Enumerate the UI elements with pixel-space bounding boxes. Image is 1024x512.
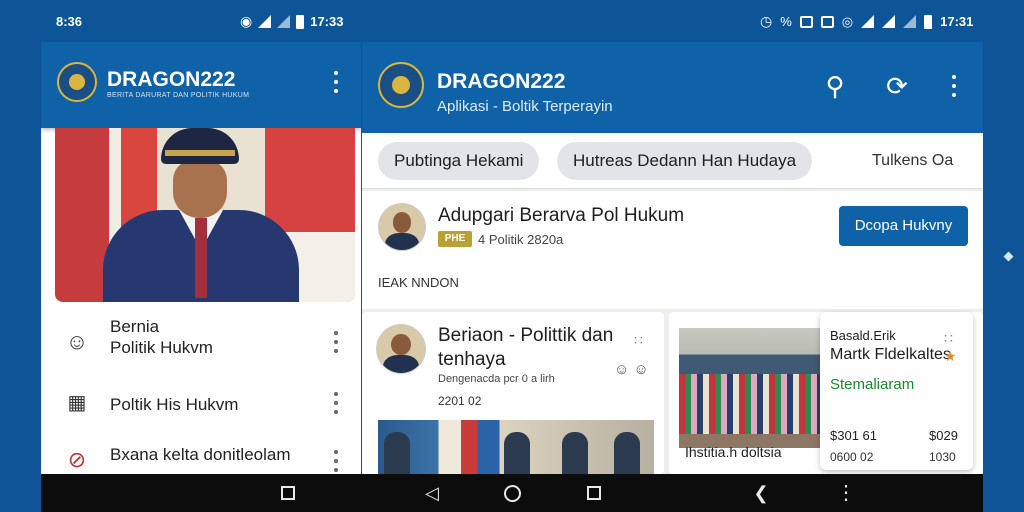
post-footer: IEAK NNDON (378, 275, 459, 290)
post-meta: 4 Politik 2820a (478, 232, 564, 247)
primary-action-button[interactable]: Dcopa Hukvny (839, 206, 968, 246)
status-time-left: 8:36 (56, 14, 83, 29)
refresh-icon[interactable]: ⟳ (882, 71, 912, 101)
signal-icon-2 (277, 15, 291, 28)
menu-item-overflow-icon[interactable] (333, 392, 339, 414)
popup-line-1: Basald.Erik (830, 328, 896, 343)
image-icon (799, 15, 813, 28)
message-icon (820, 15, 834, 28)
no-symbol-icon: ⊘ (67, 447, 87, 472)
left-app-bar: DRAGON222 BERITA DARURAT DAN POLITIK HUK… (41, 42, 361, 128)
wifi-icon: ◉ (240, 13, 253, 29)
side-indicator-icon (1003, 251, 1014, 262)
reaction-icons[interactable]: ☺ ☺ (614, 361, 649, 378)
back-button-icon[interactable]: ◁ (422, 484, 442, 504)
chip-pubtinga[interactable]: Pubtinga Hekami (378, 142, 540, 180)
star-icon: ★ (944, 348, 957, 364)
signal-icon-right (882, 15, 896, 28)
main-app-title: DRAGON222 (437, 70, 566, 93)
drag-handle-icon[interactable]: ∷ (634, 332, 643, 349)
app-logo-emblem (378, 62, 424, 108)
battery-icon (296, 14, 305, 29)
location-icon: ◎ (841, 13, 854, 29)
chip-hutreas[interactable]: Hutreas Dedann Han Hudaya (557, 142, 813, 180)
post-title: Adupgari Berarva Pol Hukum (438, 205, 685, 226)
status-badge: PHE (438, 231, 472, 247)
recents-button-icon[interactable] (281, 486, 295, 500)
menu-item-bxana[interactable]: ⊘ Bxana kelta donitleolam (41, 434, 361, 474)
status-clock-left: 17:33 (310, 14, 344, 29)
list-icon: ▦ (67, 392, 87, 414)
chip-tulkens[interactable]: Tulkens Oa (872, 142, 953, 180)
left-overflow-menu-icon[interactable] (333, 71, 339, 93)
left-app-title: DRAGON222 (107, 68, 236, 91)
menu-item-bernia[interactable]: ☺ Bernia Politik Hukvm (41, 312, 361, 372)
menu-item-overflow-icon[interactable] (333, 450, 339, 472)
recents-button-icon-2[interactable] (587, 486, 601, 500)
status-icons-right: ◷ % ◎ 17:31 (760, 13, 973, 30)
crowd-photo[interactable] (679, 328, 825, 448)
detail-popup-card[interactable]: Basald.Erik ∷ Martk Fldelkaltes ★ Stemal… (820, 312, 973, 470)
news-card-b[interactable]: Ihstitia.h doltsia Basald.Erik ∷ Martk F… (669, 312, 983, 474)
popup-value-1: $301 61 (830, 428, 877, 443)
status-icons-left: ◉ 17:33 (240, 13, 343, 30)
wifi-icon-right (861, 15, 875, 28)
search-icon[interactable]: ⚲ (820, 71, 850, 101)
popup-value-3: 0600 02 (830, 450, 874, 464)
menu-item-politik[interactable]: ▦ Poltik His Hukvm (41, 372, 361, 432)
left-panel: DRAGON222 BERITA DARURAT DAN POLITIK HUK… (41, 42, 361, 474)
back-chevron-icon[interactable]: ❮ (751, 484, 771, 504)
battery-icon-right (924, 14, 933, 29)
filter-chip-bar: Pubtinga Hekami Hutreas Dedann Han Huday… (362, 133, 983, 189)
percent-icon: % (780, 14, 792, 29)
hero-photo-officer[interactable] (55, 128, 355, 302)
popup-green-text: Stemaliaram (830, 376, 915, 393)
popup-value-2: $029 (929, 428, 958, 443)
left-app-subtitle: BERITA DARURAT DAN POLITIK HUKUM (107, 92, 250, 99)
app-logo-emblem (57, 62, 97, 102)
card-date: 2201 02 (438, 394, 482, 408)
status-clock-right: 17:31 (940, 14, 974, 29)
drag-handle-icon[interactable]: ∷ (944, 330, 953, 347)
piggy-icon: ☺ (65, 329, 89, 354)
menu-item-label: Poltik His Hukvm (110, 395, 239, 414)
card-title: Beriaon - Polittik dan tenhaya (438, 325, 614, 370)
alarm-icon: ◷ (760, 13, 773, 29)
home-button-icon[interactable] (504, 485, 521, 502)
menu-item-label: Bxana kelta donitleolam (110, 445, 291, 464)
avatar (378, 203, 426, 251)
card-meta: Dengenacda pcr 0 a lirh (438, 373, 555, 385)
avatar (376, 324, 426, 374)
popup-line-2: Martk Fldelkaltes (830, 346, 951, 363)
card-caption: Ihstitia.h doltsia (685, 444, 782, 460)
news-card-a[interactable]: Beriaon - Polittik dan tenhaya ∷ Dengena… (362, 312, 664, 474)
status-bar: 8:36 ◉ 17:33 ◷ % ◎ 17:31 (0, 0, 1024, 42)
main-app-subtitle: Aplikasi - Boltik Terperayin (437, 98, 613, 115)
menu-item-overflow-icon[interactable] (333, 331, 339, 353)
popup-value-4: 1030 (929, 450, 956, 464)
system-nav-bar: ◁ ❮ ⋮ (41, 474, 983, 512)
main-panel: DRAGON222 Aplikasi - Boltik Terperayin ⚲… (362, 42, 983, 474)
post-card[interactable]: Adupgari Berarva Pol Hukum PHE 4 Politik… (362, 191, 983, 309)
main-app-bar: DRAGON222 Aplikasi - Boltik Terperayin ⚲… (362, 42, 983, 133)
card-photo[interactable] (378, 420, 654, 474)
menu-dot-icon[interactable]: ⋮ (836, 483, 856, 504)
signal-icon-right-2 (903, 15, 917, 28)
menu-item-label: Bernia Politik Hukvm (110, 317, 213, 357)
main-overflow-menu-icon[interactable] (951, 75, 957, 97)
signal-icon (258, 15, 272, 28)
